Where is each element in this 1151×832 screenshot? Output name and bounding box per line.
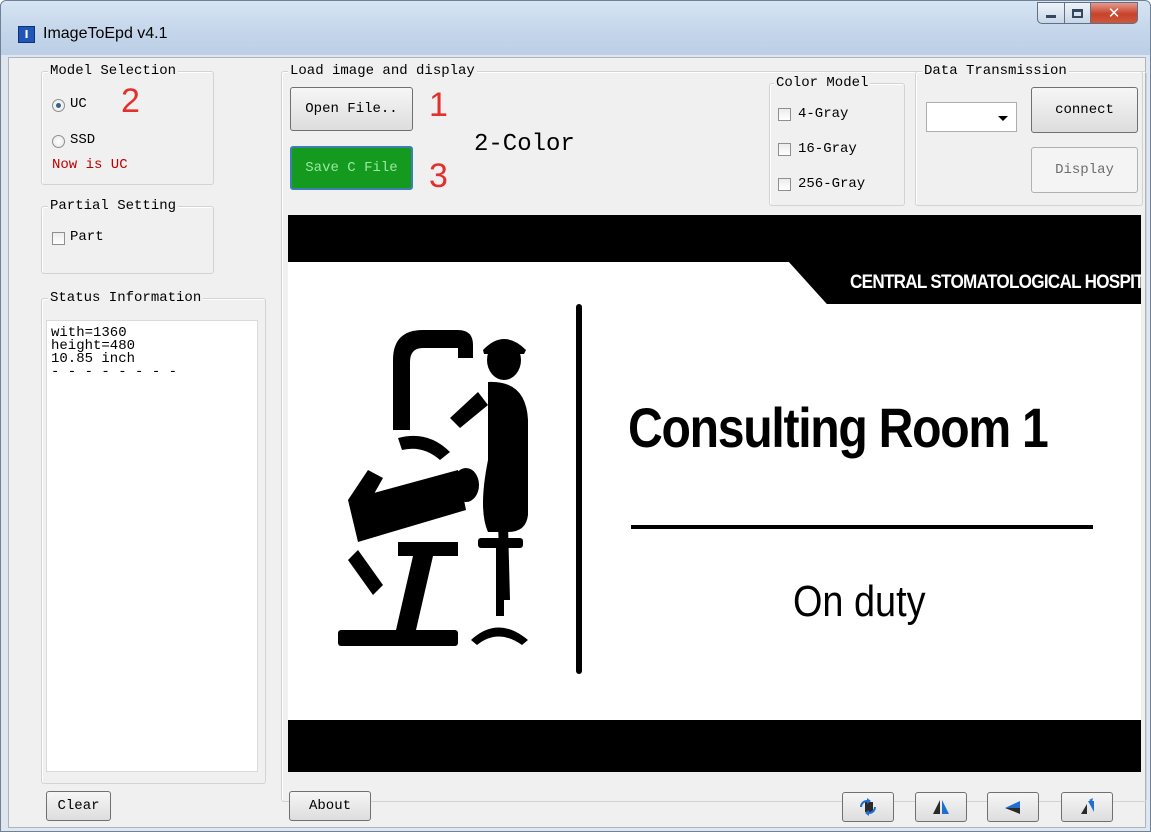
gray256-label[interactable]: 256-Gray xyxy=(798,176,865,192)
gray4-label[interactable]: 4-Gray xyxy=(798,106,848,122)
load-image-title: Load image and display xyxy=(288,63,477,79)
close-button[interactable]: ✕ xyxy=(1091,2,1138,24)
minimize-icon xyxy=(1046,15,1056,18)
radio-ssd-label[interactable]: SSD xyxy=(70,132,95,148)
status-textarea[interactable]: with=1360 height=480 10.85 inch - - - - … xyxy=(46,320,258,772)
gray256-checkbox[interactable] xyxy=(778,178,791,191)
gray4-checkbox[interactable] xyxy=(778,108,791,121)
data-transmission-title: Data Transmission xyxy=(922,63,1069,79)
status-information-title: Status Information xyxy=(48,290,204,306)
radio-uc[interactable] xyxy=(52,99,65,112)
step-2-marker: 2 xyxy=(121,82,140,120)
rotate-icon xyxy=(860,798,876,816)
preview-divider-vertical xyxy=(576,304,582,674)
close-icon: ✕ xyxy=(1107,4,1121,22)
radio-uc-label[interactable]: UC xyxy=(70,96,87,112)
main-panel: Model Selection UC SSD Now is UC 2 Parti… xyxy=(8,57,1147,828)
partial-setting-group: Partial Setting Part xyxy=(41,198,214,274)
flip-horizontal-button[interactable] xyxy=(915,792,967,822)
title-bar[interactable]: I ImageToEpd v4.1 ✕ xyxy=(1,1,1150,55)
preview-room-title: Consulting Room 1 xyxy=(628,396,1049,459)
gray16-checkbox[interactable] xyxy=(778,143,791,156)
preview-bottom-bar xyxy=(288,720,1141,772)
mirror-left-button[interactable] xyxy=(987,792,1039,822)
step-3-marker: 3 xyxy=(429,157,448,195)
clear-button[interactable]: Clear xyxy=(46,791,111,821)
image-preview: CENTRAL STOMATOLOGICAL HOSPITAL Consulti… xyxy=(288,215,1141,772)
preview-top-bar xyxy=(288,215,1141,262)
flip-vertical-icon xyxy=(1081,798,1094,814)
part-checkbox[interactable] xyxy=(52,232,65,245)
status-line: - - - - - - - - xyxy=(51,364,178,380)
rotate-button[interactable] xyxy=(842,792,894,822)
minimize-button[interactable] xyxy=(1037,2,1065,24)
model-status-text: Now is UC xyxy=(52,157,128,173)
maximize-icon xyxy=(1072,8,1083,18)
step-1-marker: 1 xyxy=(429,86,448,124)
display-button[interactable]: Display xyxy=(1031,147,1138,193)
chevron-down-icon xyxy=(998,116,1008,121)
radio-ssd[interactable] xyxy=(52,135,65,148)
preview-hospital-name: CENTRAL STOMATOLOGICAL HOSPITAL xyxy=(850,272,1141,293)
partial-setting-title: Partial Setting xyxy=(48,198,179,214)
color-mode-label: 2-Color xyxy=(474,131,575,158)
gray16-label[interactable]: 16-Gray xyxy=(798,141,857,157)
model-selection-title: Model Selection xyxy=(48,63,179,79)
preview-duty-status: On duty xyxy=(793,577,926,626)
color-model-group: Color Model 4-Gray 16-Gray 256-Gray xyxy=(769,75,905,206)
mirror-left-icon xyxy=(1005,801,1020,814)
port-select[interactable] xyxy=(926,102,1017,132)
save-c-file-button[interactable]: Save C File xyxy=(290,146,413,190)
connect-button[interactable]: connect xyxy=(1031,87,1138,133)
flip-vertical-button[interactable] xyxy=(1061,792,1113,822)
about-button[interactable]: About xyxy=(289,791,371,821)
dentist-illustration-icon xyxy=(338,330,528,646)
maximize-button[interactable] xyxy=(1065,2,1091,24)
part-checkbox-label[interactable]: Part xyxy=(70,229,104,245)
color-model-title: Color Model xyxy=(774,75,871,91)
open-file-button[interactable]: Open File.. xyxy=(290,87,413,131)
window-title: ImageToEpd v4.1 xyxy=(43,25,168,42)
app-window: I ImageToEpd v4.1 ✕ Model Selection UC S… xyxy=(0,0,1151,832)
flip-horizontal-icon xyxy=(933,800,949,814)
app-logo-icon: I xyxy=(18,26,35,43)
preview-divider-horizontal xyxy=(631,525,1093,529)
caption-buttons: ✕ xyxy=(1037,2,1138,24)
